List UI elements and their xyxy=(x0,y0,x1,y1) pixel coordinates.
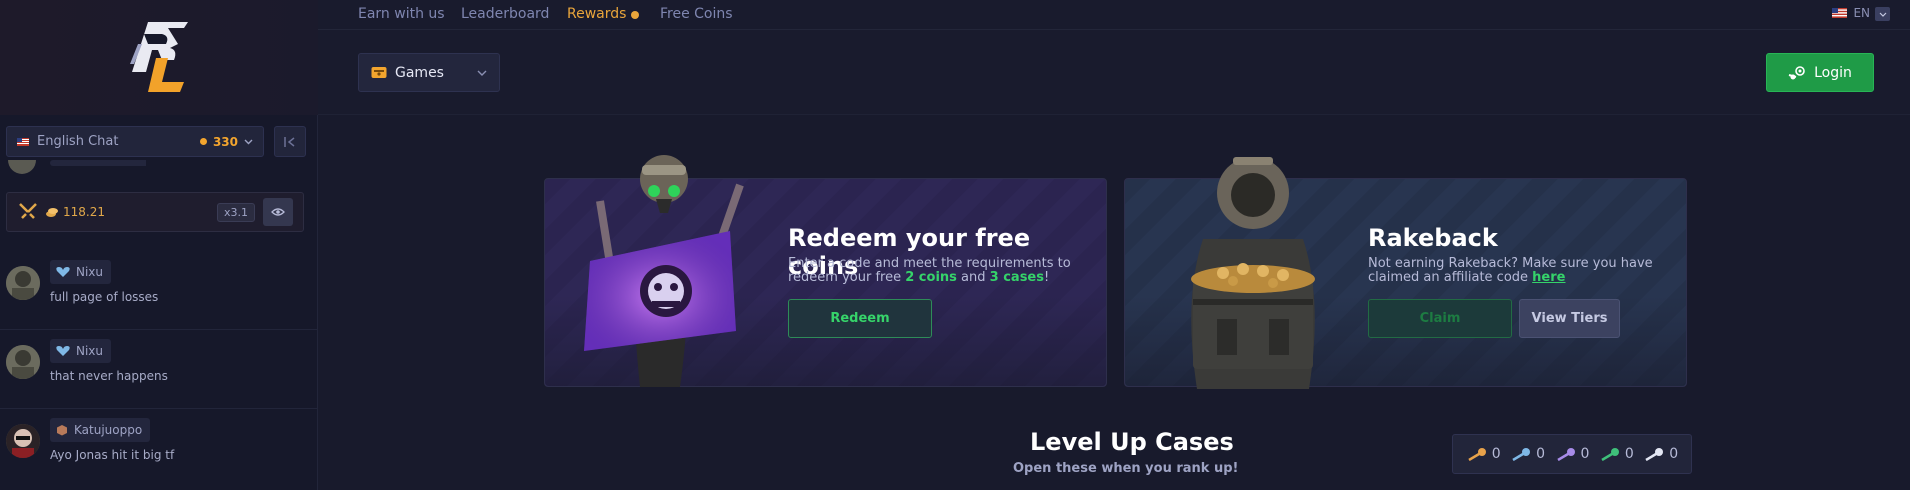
keys-inventory: 0 0 0 0 0 xyxy=(1452,434,1692,474)
redeem-cases-highlight: 3 cases xyxy=(989,270,1044,285)
nav-rewards[interactable]: Rewards xyxy=(567,6,626,22)
key-counter: 0 xyxy=(1555,446,1590,462)
heart-badge-icon xyxy=(56,267,70,277)
level-up-subtitle: Open these when you rank up! xyxy=(1013,461,1239,476)
username: Nixu xyxy=(76,265,104,279)
message-text: full page of losses xyxy=(50,290,159,304)
view-tiers-button[interactable]: View Tiers xyxy=(1519,299,1620,338)
collapse-chat-button[interactable] xyxy=(274,126,306,157)
chat-message: Katujuoppo Ayo Jonas hit it big tf xyxy=(0,410,318,488)
rakeback-description: Not earning Rakeback? Make sure you have… xyxy=(1368,257,1668,285)
us-flag-icon xyxy=(17,137,29,146)
collapse-left-icon xyxy=(284,136,295,147)
user-avatar[interactable] xyxy=(6,424,40,458)
level-up-title: Level Up Cases xyxy=(1030,428,1234,456)
redeem-desc-and: and xyxy=(956,270,990,285)
rakeback-title: Rakeback xyxy=(1368,224,1498,252)
gold-key-icon xyxy=(1468,448,1486,461)
key-count: 0 xyxy=(1580,446,1590,462)
key-counter: 0 xyxy=(1643,446,1678,462)
user-avatar[interactable] xyxy=(6,266,40,300)
key-counter: 0 xyxy=(1599,446,1634,462)
logo-area xyxy=(0,0,318,115)
username-tag[interactable]: Nixu xyxy=(50,260,112,284)
diver-treasure-illustration xyxy=(1191,157,1315,389)
language-dropdown-button[interactable] xyxy=(1875,7,1890,21)
message-text: that never happens xyxy=(50,369,168,383)
key-counter: 0 xyxy=(1466,446,1501,462)
steam-icon xyxy=(1788,65,1805,79)
chevron-down-icon xyxy=(477,70,487,76)
language-select[interactable]: EN xyxy=(1832,6,1870,20)
site-logo[interactable] xyxy=(118,14,196,94)
games-label: Games xyxy=(395,64,444,81)
nav-free-coins[interactable]: Free Coins xyxy=(660,6,733,22)
gamepad-icon xyxy=(371,67,387,78)
claim-button[interactable]: Claim xyxy=(1368,299,1512,338)
redeem-card: Redeem your free coins Enter a code and … xyxy=(544,155,1107,387)
rakeback-card: Rakeback Not earning Rakeback? Make sure… xyxy=(1124,157,1687,389)
toggle-visibility-button[interactable] xyxy=(263,198,293,226)
key-counter: 0 xyxy=(1510,446,1545,462)
affiliate-code-link[interactable]: here xyxy=(1532,270,1565,285)
white-key-icon xyxy=(1645,448,1664,461)
login-button[interactable]: Login xyxy=(1766,53,1874,92)
user-avatar[interactable] xyxy=(6,345,40,379)
key-count: 0 xyxy=(1491,446,1501,462)
swords-icon xyxy=(19,203,37,219)
multiplier-badge: x3.1 xyxy=(216,202,255,222)
redeem-description: Enter a code and meet the requirements t… xyxy=(788,257,1088,285)
chat-room-select[interactable]: English Chat 330 xyxy=(6,126,264,157)
rakeback-desc-text: Not earning Rakeback? Make sure you have… xyxy=(1368,256,1653,285)
online-count: 330 xyxy=(212,134,238,149)
chat-sidebar: English Chat 330 118.21 x3.1 Nixu full p… xyxy=(0,0,318,490)
header-bar: Games Login xyxy=(318,30,1910,115)
username-tag[interactable]: Nixu xyxy=(50,339,112,363)
key-count: 0 xyxy=(1669,446,1679,462)
purple-key-icon xyxy=(1556,448,1575,461)
top-nav: Earn with us Leaderboard Rewards Free Co… xyxy=(318,0,1910,30)
message-text: Ayo Jonas hit it big tf xyxy=(50,448,175,462)
username-tag[interactable]: Katujuoppo xyxy=(50,418,151,442)
chat-message: Nixu full page of losses xyxy=(0,252,318,330)
username: Nixu xyxy=(76,344,104,358)
soldier-case-illustration xyxy=(584,155,744,387)
language-label: EN xyxy=(1853,6,1870,20)
eye-icon xyxy=(271,208,285,216)
username: Katujuoppo xyxy=(74,423,143,437)
rewards-notification-dot xyxy=(631,11,639,19)
chat-room-label: English Chat xyxy=(37,134,119,149)
chat-message: Nixu that never happens xyxy=(0,331,318,409)
blue-key-icon xyxy=(1512,448,1531,461)
us-flag-icon xyxy=(1832,8,1848,18)
main-content: Redeem your free coins Enter a code and … xyxy=(318,115,1910,490)
partial-message xyxy=(6,146,150,180)
nav-earn-with-us[interactable]: Earn with us xyxy=(358,6,445,22)
key-count: 0 xyxy=(1536,446,1546,462)
chevron-down-icon xyxy=(244,139,253,144)
redeem-desc-end: ! xyxy=(1043,270,1050,285)
heart-badge-icon xyxy=(56,346,70,356)
partial-avatar xyxy=(8,146,150,174)
coins-icon xyxy=(46,208,58,217)
games-dropdown[interactable]: Games xyxy=(358,53,500,92)
online-indicator-icon xyxy=(199,138,207,145)
rain-pot: 118.21 x3.1 xyxy=(6,192,304,232)
green-key-icon xyxy=(1601,448,1619,461)
nav-leaderboard[interactable]: Leaderboard xyxy=(461,6,549,22)
cube-badge-icon xyxy=(57,425,67,436)
redeem-button[interactable]: Redeem xyxy=(788,299,932,338)
key-count: 0 xyxy=(1624,446,1634,462)
chevron-down-icon xyxy=(1879,12,1886,17)
login-label: Login xyxy=(1814,64,1852,81)
redeem-coins-highlight: 2 coins xyxy=(905,270,957,285)
rain-amount: 118.21 xyxy=(63,205,105,219)
